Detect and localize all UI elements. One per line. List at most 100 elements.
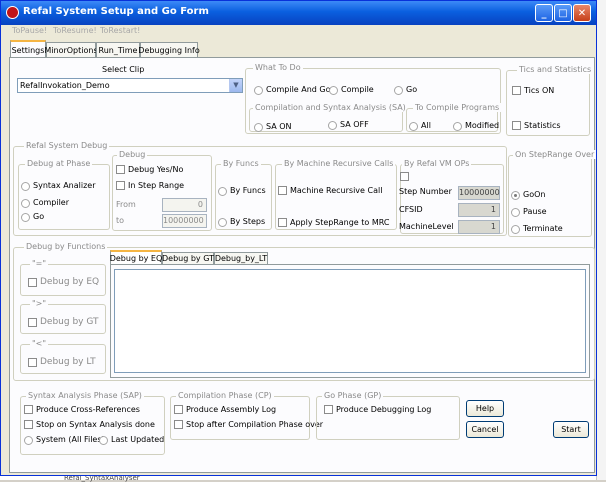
sa-off-radio[interactable] xyxy=(328,121,337,130)
close-button[interactable]: ✕ xyxy=(573,4,591,22)
by-funcs-label: By Funcs xyxy=(221,159,261,168)
mrc-label: Machine Recursive Call xyxy=(290,186,383,195)
cancel-button[interactable]: Cancel xyxy=(466,421,504,438)
clip-select[interactable]: RefalInvokation_Demo ▼ xyxy=(17,78,243,93)
go-phase-radio[interactable] xyxy=(21,213,30,222)
what-to-do-label: What To Do xyxy=(253,63,303,72)
terminate-radio[interactable] xyxy=(511,225,520,234)
sa-on-radio[interactable] xyxy=(254,123,263,132)
tab-debug-by-lt[interactable]: Debug_by_LT xyxy=(214,252,268,264)
compile-all-radio[interactable] xyxy=(409,122,418,131)
sa-on-label: SA ON xyxy=(266,122,292,131)
compiler-radio[interactable] xyxy=(21,199,30,208)
debug-tab-panel xyxy=(110,264,590,378)
pause-radio[interactable] xyxy=(511,208,520,217)
debug-by-eq-checkbox[interactable] xyxy=(28,278,37,287)
menu-to-pause[interactable]: ToPause! xyxy=(12,26,47,35)
window-title: Refal System Setup and Go Form xyxy=(23,6,209,17)
stop-on-sa-label: Stop on Syntax Analysis done xyxy=(36,420,155,429)
syntax-analizer-label: Syntax Analizer xyxy=(33,181,96,190)
go-label: Go xyxy=(406,85,418,94)
cp-label: Compilation Phase (CP) xyxy=(176,391,274,400)
by-funcs-radio[interactable] xyxy=(218,187,227,196)
in-step-range-checkbox[interactable] xyxy=(116,181,125,190)
tics-label: Tics and Statistics xyxy=(517,65,594,74)
debug-eq-list[interactable] xyxy=(114,269,586,373)
tab-debug-by-eq[interactable]: Debug by EQ xyxy=(110,250,162,264)
chevron-down-icon[interactable]: ▼ xyxy=(229,79,242,92)
eq-group-title: "=" xyxy=(30,259,49,268)
debug-by-lt-label: Debug by LT xyxy=(40,357,96,367)
compile-modified-radio[interactable] xyxy=(453,122,462,131)
cfsid-input[interactable]: 1 xyxy=(458,203,500,217)
from-input[interactable]: 0 xyxy=(162,198,207,212)
produce-assembly-checkbox[interactable] xyxy=(174,405,183,414)
by-refal-vm-label: By Refal VM OPs xyxy=(402,159,472,168)
maximize-button[interactable]: □ xyxy=(554,4,572,22)
tab-debugging-info[interactable]: Debugging Info xyxy=(138,42,200,57)
compile-label: Compile xyxy=(341,85,374,94)
apply-step-range-checkbox[interactable] xyxy=(278,218,287,227)
minimize-button[interactable]: _ xyxy=(535,4,553,22)
debug-by-gt-label: Debug by GT xyxy=(40,317,99,327)
go-phase-label: Go xyxy=(33,212,45,221)
terminate-label: Terminate xyxy=(523,224,563,233)
refal-debug-label: Refal System Debug xyxy=(24,141,110,150)
produce-cross-checkbox[interactable] xyxy=(24,405,33,414)
debug-by-eq-label: Debug by EQ xyxy=(40,277,100,287)
from-label: From xyxy=(116,200,136,209)
go-radio[interactable] xyxy=(394,86,403,95)
gp-label: Go Phase (GP) xyxy=(322,391,384,400)
machine-level-input[interactable]: 1 xyxy=(458,220,500,234)
debug-yes-no-checkbox[interactable] xyxy=(116,165,125,174)
to-compile-label: To Compile Programs xyxy=(413,103,502,112)
sap-label: Syntax Analysis Phase (SAP) xyxy=(26,391,144,400)
tics-on-checkbox[interactable] xyxy=(512,86,521,95)
menu-to-resume[interactable]: ToResume! xyxy=(53,26,97,35)
start-button[interactable]: Start xyxy=(553,421,589,438)
go-on-radio[interactable] xyxy=(511,191,520,200)
produce-assembly-label: Produce Assembly Log xyxy=(186,405,277,414)
debug-at-phase-group xyxy=(18,164,110,230)
stop-after-cp-checkbox[interactable] xyxy=(174,420,183,429)
gp-group xyxy=(316,396,460,440)
stop-after-cp-label: Stop after Compilation Phase over xyxy=(186,420,324,429)
to-label: to xyxy=(116,216,125,225)
tab-debug-by-gt[interactable]: Debug by GT xyxy=(162,252,214,264)
sa-off-label: SA OFF xyxy=(340,120,369,129)
by-steps-radio[interactable] xyxy=(218,218,227,227)
produce-debugging-checkbox[interactable] xyxy=(324,405,333,414)
on-step-range-over-label: On StepRange Over xyxy=(513,150,597,159)
background-window-edge xyxy=(596,0,606,480)
tics-on-label: Tics ON xyxy=(524,86,555,95)
step-number-input[interactable]: 10000000 xyxy=(458,186,500,200)
tab-settings[interactable]: Settings xyxy=(10,40,46,58)
last-updated-radio[interactable] xyxy=(99,436,108,445)
produce-cross-label: Produce Cross-References xyxy=(36,405,140,414)
compile-radio[interactable] xyxy=(329,86,338,95)
system-all-files-radio[interactable] xyxy=(24,436,33,445)
menu-to-restart[interactable]: ToRestart! xyxy=(100,26,140,35)
last-updated-label: Last Updated xyxy=(111,435,165,444)
title-bar[interactable]: Refal System Setup and Go Form _ □ ✕ xyxy=(1,1,596,25)
apply-step-range-label: Apply StepRange to MRC xyxy=(290,218,390,227)
tab-minor-options[interactable]: MinorOptions xyxy=(44,42,98,57)
mrc-checkbox[interactable] xyxy=(278,186,287,195)
to-input[interactable]: 10000000 xyxy=(162,214,207,228)
compile-all-label: All xyxy=(421,121,431,130)
machine-level-label: MachineLevel xyxy=(399,222,454,231)
stop-on-sa-checkbox[interactable] xyxy=(24,420,33,429)
by-mrc-label: By Machine Recursive Calls xyxy=(282,159,396,168)
syntax-analizer-radio[interactable] xyxy=(21,182,30,191)
statistics-checkbox[interactable] xyxy=(512,121,521,130)
menu-bar: ToPause! ToResume! ToRestart! xyxy=(1,25,596,40)
debug-by-functions-label: Debug by Functions xyxy=(24,242,108,251)
refal-vm-checkbox[interactable] xyxy=(400,172,409,181)
gt-group-title: ">" xyxy=(30,299,49,308)
tab-run-time[interactable]: Run_Time xyxy=(96,42,140,57)
help-button[interactable]: Help xyxy=(466,400,504,417)
debug-by-gt-checkbox[interactable] xyxy=(28,318,37,327)
compilation-syntax-label: Compilation and Syntax Analysis (SA) xyxy=(253,103,408,112)
debug-by-lt-checkbox[interactable] xyxy=(28,358,37,367)
compile-and-go-radio[interactable] xyxy=(254,86,263,95)
